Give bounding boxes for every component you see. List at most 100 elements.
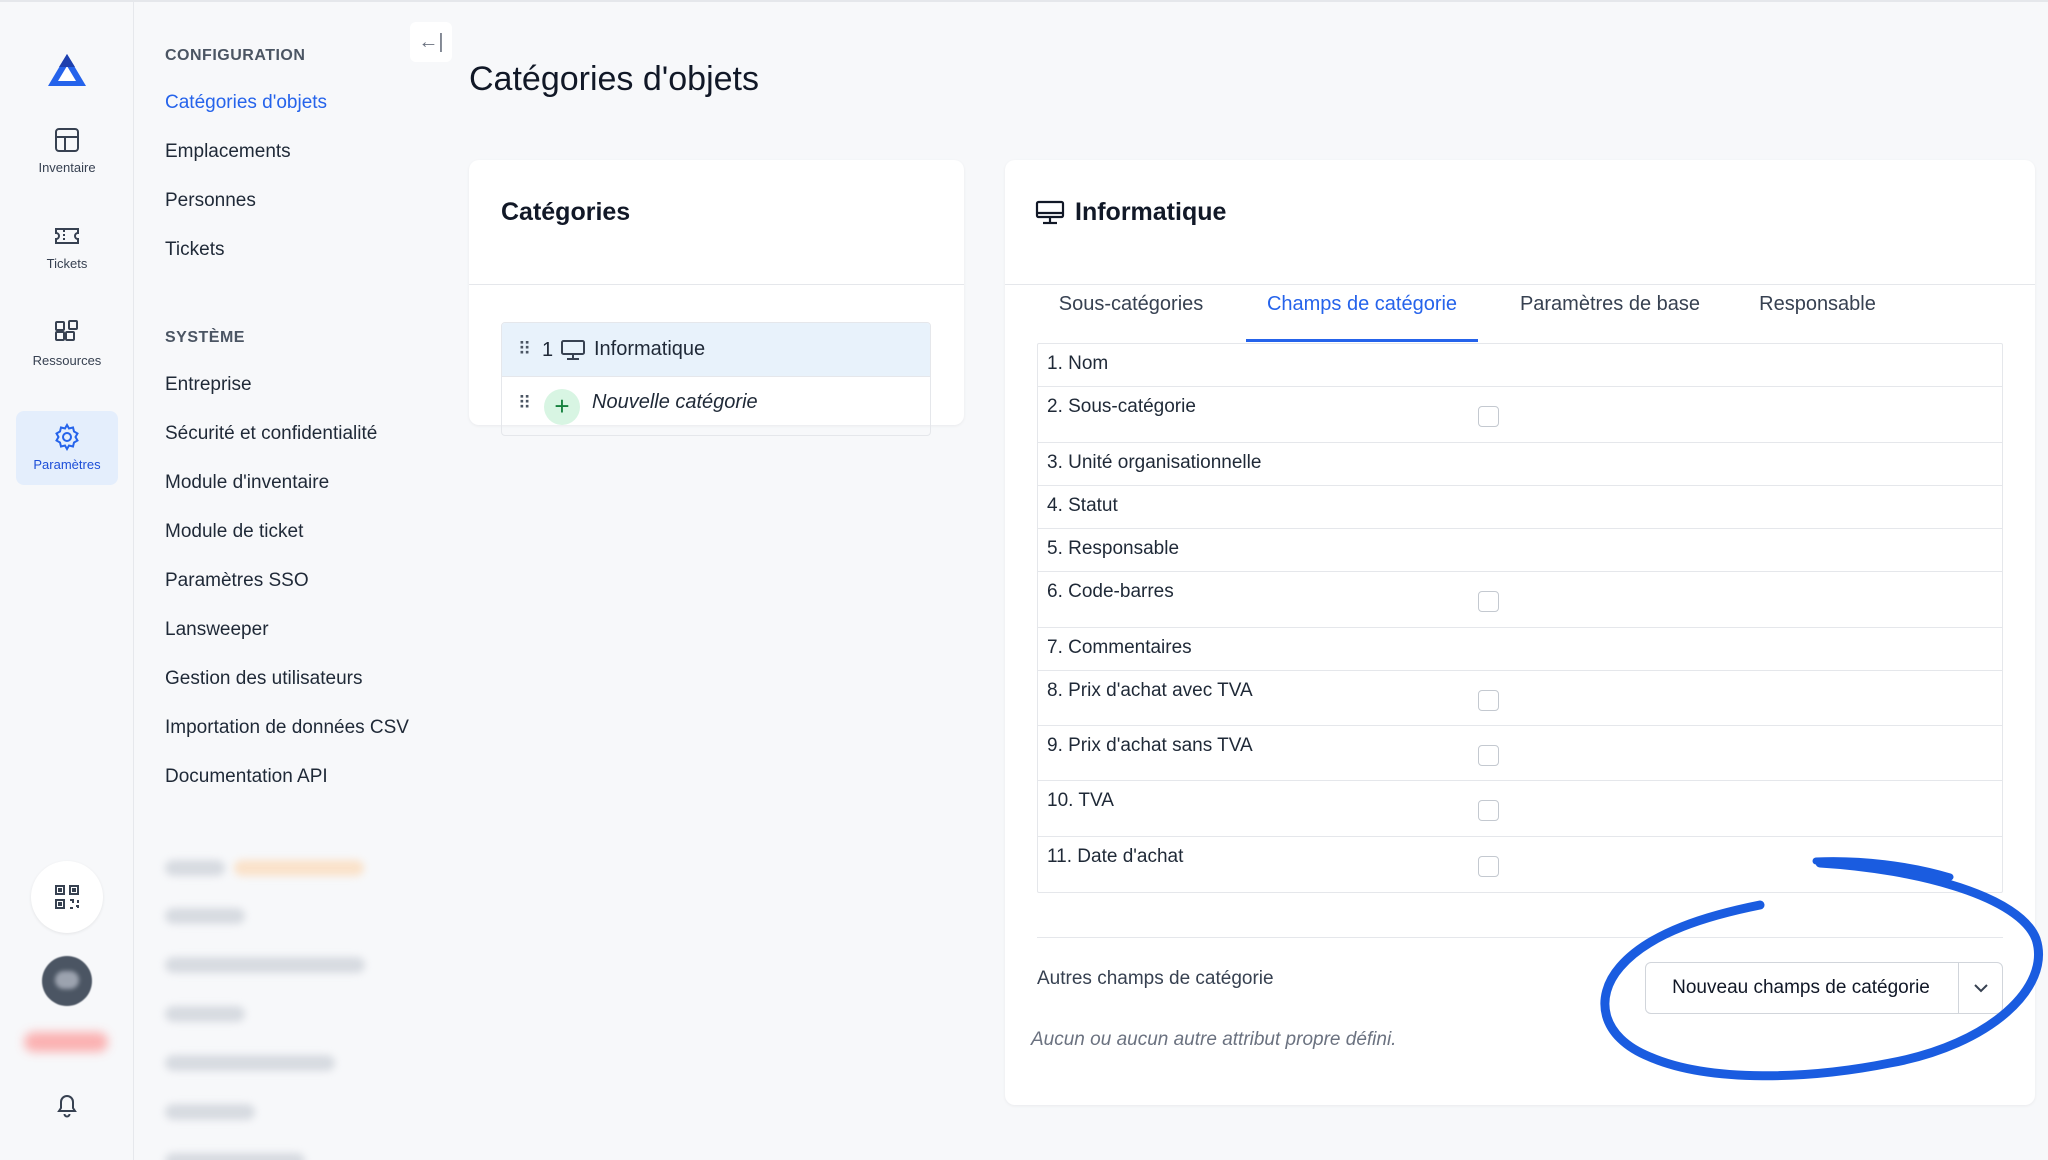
rail-label-parametres: Paramètres <box>33 457 101 472</box>
avatar[interactable] <box>42 956 92 1006</box>
monitor-icon <box>1035 200 1065 225</box>
divider <box>469 284 964 285</box>
sidebar-item-utilisateurs[interactable]: Gestion des utilisateurs <box>165 668 363 690</box>
field-row[interactable]: 3. Unité organisationnelle <box>1038 443 2002 486</box>
rail-label-inventaire: Inventaire <box>38 160 96 175</box>
sidebar-item-csv[interactable]: Importation de données CSV <box>165 717 409 739</box>
new-field-button[interactable]: Nouveau champs de catégorie <box>1646 963 1956 1013</box>
field-label: 1. Nom <box>1047 353 1109 374</box>
sidebar-item-categories[interactable]: Catégories d'objets <box>165 92 327 114</box>
sidebar-item-emplacements[interactable]: Emplacements <box>165 141 291 163</box>
categories-card-title: Catégories <box>501 198 631 226</box>
sidebar-item-personnes[interactable]: Personnes <box>165 190 256 212</box>
field-row[interactable]: 8. Prix d'achat avec TVA <box>1038 671 2002 726</box>
field-label: 9. Prix d'achat sans TVA <box>1047 735 1253 756</box>
blurred-item <box>165 1104 255 1120</box>
blurred-item <box>165 1153 305 1160</box>
category-fields-table: 1. Nom 2. Sous-catégorie 3. Unité organi… <box>1037 343 2003 893</box>
field-label: 3. Unité organisationnelle <box>1047 452 1262 473</box>
qr-code-icon <box>55 885 79 909</box>
logo-icon[interactable] <box>46 52 88 90</box>
field-label: 10. TVA <box>1047 790 1114 811</box>
plus-icon[interactable]: + <box>544 389 580 425</box>
divider <box>1037 937 2003 938</box>
sidebar-item-securite[interactable]: Sécurité et confidentialité <box>165 423 377 445</box>
rail-item-tickets[interactable]: Tickets <box>16 210 118 284</box>
empty-state-text: Aucun ou aucun autre attribut propre déf… <box>1031 1029 1397 1050</box>
ticket-icon <box>55 228 79 244</box>
drag-handle-icon[interactable]: ⠿ <box>518 393 531 414</box>
new-category-label: Nouvelle catégorie <box>592 391 758 413</box>
category-list: ⠿ 1 Informatique ⠿ + Nouvelle catégorie <box>501 322 931 436</box>
field-row[interactable]: 4. Statut <box>1038 486 2002 529</box>
rail-item-inventaire[interactable]: Inventaire <box>16 114 118 188</box>
tab-sous-categories[interactable]: Sous-catégories <box>1035 274 1227 342</box>
field-checkbox[interactable] <box>1478 745 1499 766</box>
tab-parametres-de-base[interactable]: Paramètres de base <box>1500 274 1720 342</box>
sidebar-item-lansweeper[interactable]: Lansweeper <box>165 619 269 641</box>
new-field-dropdown-toggle[interactable] <box>1959 963 2003 1013</box>
rail-item-ressources[interactable]: Ressources <box>16 307 118 381</box>
detail-card-title: Informatique <box>1075 198 1227 226</box>
new-category-item[interactable]: ⠿ + Nouvelle catégorie <box>502 377 930 431</box>
tab-responsable[interactable]: Responsable <box>1740 274 1895 342</box>
sidebar-item-api[interactable]: Documentation API <box>165 766 328 788</box>
blurred-heading <box>165 860 225 876</box>
new-field-split-button: Nouveau champs de catégorie <box>1645 962 2003 1014</box>
field-row[interactable]: 2. Sous-catégorie <box>1038 387 2002 443</box>
sidebar-item-tickets[interactable]: Tickets <box>165 239 224 261</box>
blurred-item <box>165 1006 245 1022</box>
field-label: 6. Code-barres <box>1047 581 1174 602</box>
field-label: 5. Responsable <box>1047 538 1180 559</box>
field-row[interactable]: 5. Responsable <box>1038 529 2002 572</box>
icon-rail: Inventaire Tickets Ressources Paramètres <box>0 2 134 1160</box>
settings-sidebar: ←| CONFIGURATION Catégories d'objets Emp… <box>134 2 464 1160</box>
rail-label-ressources: Ressources <box>32 353 102 368</box>
category-number: 1 <box>542 339 554 361</box>
blurred-badge <box>234 860 364 876</box>
field-row[interactable]: 9. Prix d'achat sans TVA <box>1038 726 2002 781</box>
field-checkbox[interactable] <box>1478 856 1499 877</box>
field-row[interactable]: 7. Commentaires <box>1038 628 2002 671</box>
qr-code-button[interactable] <box>31 861 103 933</box>
field-checkbox[interactable] <box>1478 406 1499 427</box>
field-checkbox[interactable] <box>1478 591 1499 612</box>
categories-card: Catégories ⠿ 1 Informatique ⠿ + Nouvelle… <box>469 160 964 436</box>
sidebar-item-sso[interactable]: Paramètres SSO <box>165 570 309 592</box>
category-name: Informatique <box>594 338 706 360</box>
system-heading: SYSTÈME <box>165 329 245 346</box>
field-row[interactable]: 11. Date d'achat <box>1038 837 2002 892</box>
rail-label-tickets: Tickets <box>46 256 88 271</box>
drag-handle-icon[interactable]: ⠿ <box>518 339 531 360</box>
field-label: 11. Date d'achat <box>1047 846 1184 867</box>
field-label: 7. Commentaires <box>1047 637 1192 658</box>
tab-champs-de-categorie[interactable]: Champs de catégorie <box>1246 274 1478 342</box>
field-label: 4. Statut <box>1047 495 1118 516</box>
other-fields-label: Autres champs de catégorie <box>1037 968 1274 989</box>
field-checkbox[interactable] <box>1478 800 1499 821</box>
resources-icon <box>55 320 78 341</box>
blurred-item <box>165 957 365 973</box>
blurred-item <box>165 1055 335 1071</box>
settings-icon <box>55 423 79 451</box>
status-badge <box>24 1032 108 1052</box>
field-label: 8. Prix d'achat avec TVA <box>1047 680 1253 701</box>
page-title: Catégories d'objets <box>469 60 759 98</box>
rail-item-parametres[interactable]: Paramètres <box>16 411 118 485</box>
chevron-down-icon <box>1974 984 1988 993</box>
blurred-item <box>165 908 245 924</box>
collapse-sidebar-button[interactable]: ←| <box>410 22 452 62</box>
sidebar-item-module-ticket[interactable]: Module de ticket <box>165 521 303 543</box>
sidebar-item-module-inventaire[interactable]: Module d'inventaire <box>165 472 329 494</box>
field-label: 2. Sous-catégorie <box>1047 396 1196 417</box>
field-checkbox[interactable] <box>1478 690 1499 711</box>
sidebar-item-entreprise[interactable]: Entreprise <box>165 374 252 396</box>
inventory-icon <box>55 128 79 152</box>
field-row[interactable]: 1. Nom <box>1038 344 2002 387</box>
category-item-informatique[interactable]: ⠿ 1 Informatique <box>502 323 930 377</box>
config-heading: CONFIGURATION <box>165 47 306 64</box>
monitor-icon <box>561 340 585 360</box>
field-row[interactable]: 6. Code-barres <box>1038 572 2002 628</box>
bell-icon[interactable] <box>52 1090 82 1120</box>
field-row[interactable]: 10. TVA <box>1038 781 2002 837</box>
